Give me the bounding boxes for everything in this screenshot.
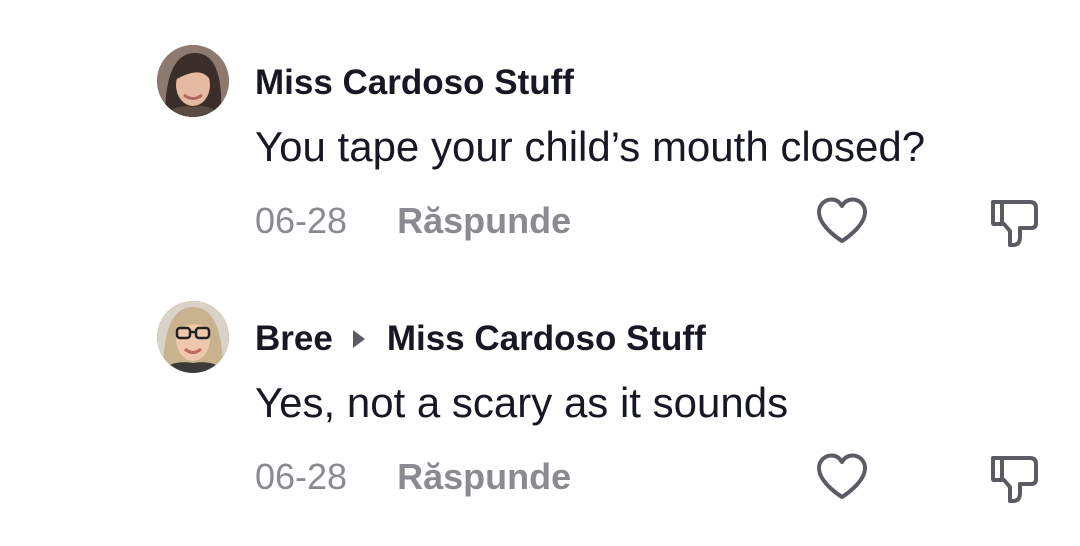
heart-icon [817, 197, 867, 243]
heart-icon [817, 453, 867, 499]
dislike-button[interactable] [988, 195, 1044, 251]
triangle-right-icon [352, 330, 365, 348]
woman-glasses-avatar-icon [157, 301, 229, 373]
woman-avatar-icon [157, 45, 229, 117]
dislike-button[interactable] [988, 451, 1044, 507]
comment-author-line: Miss Cardoso Stuff [255, 60, 574, 106]
comment-author-line: Bree Miss Cardoso Stuff [255, 316, 706, 362]
thumbs-down-icon [991, 456, 1038, 503]
reply-to-author[interactable]: Miss Cardoso Stuff [387, 319, 706, 359]
comment-author[interactable]: Miss Cardoso Stuff [255, 63, 574, 103]
comment-date: 06-28 [255, 456, 348, 497]
comment-item: Miss Cardoso Stuff You tape your child’s… [0, 0, 1080, 255]
comment-meta: 06-28 Răspunde [255, 198, 571, 244]
reply-button[interactable]: Răspunde [397, 456, 571, 498]
avatar[interactable] [157, 301, 229, 373]
thumbs-down-icon [991, 200, 1038, 247]
comment-meta: 06-28 Răspunde [255, 454, 571, 500]
comment-text: Yes, not a scary as it sounds [255, 379, 789, 426]
comment-item: Bree Miss Cardoso Stuff Yes, not a scary… [0, 256, 1080, 511]
comment-author[interactable]: Bree [255, 319, 333, 359]
like-button[interactable] [815, 196, 869, 246]
like-button[interactable] [815, 452, 869, 502]
avatar[interactable] [157, 45, 229, 117]
comment-text: You tape your child’s mouth closed? [255, 123, 926, 170]
comment-date: 06-28 [255, 200, 348, 241]
reply-button[interactable]: Răspunde [397, 200, 571, 242]
